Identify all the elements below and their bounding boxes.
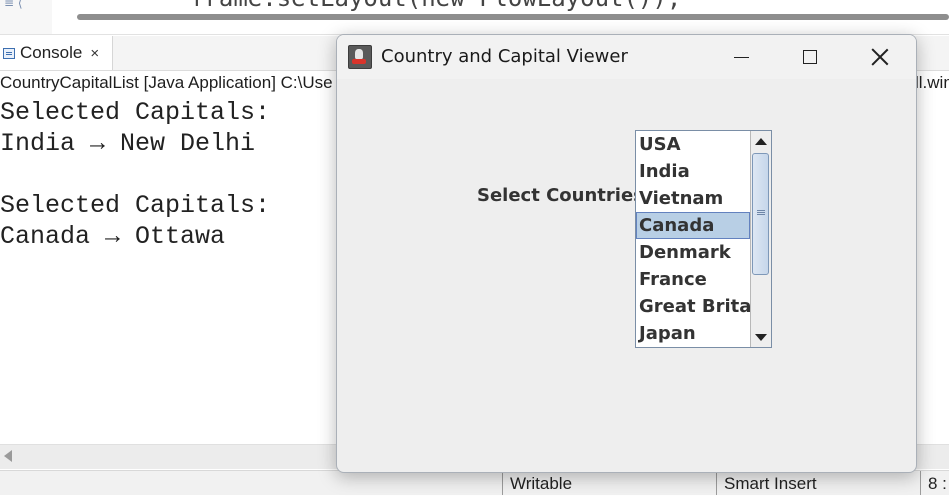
console-line: Selected Capitals: — [0, 98, 271, 127]
close-button[interactable] — [850, 35, 910, 79]
list-item-usa[interactable]: USA — [636, 131, 750, 158]
list-item-denmark[interactable]: Denmark — [636, 239, 750, 266]
window-title: Country and Capital Viewer — [381, 46, 628, 67]
console-icon — [3, 47, 15, 59]
arrow-down-icon — [755, 333, 767, 341]
launch-description-tail: ll.win — [915, 73, 949, 92]
tab-console-label: Console — [20, 43, 83, 62]
console-line: Canada → Ottawa — [0, 222, 226, 251]
scroll-thumb[interactable] — [752, 153, 769, 275]
arrow-up-icon — [755, 137, 767, 145]
list-vertical-scrollbar[interactable] — [750, 131, 771, 347]
status-insert-mode[interactable]: Smart Insert — [716, 471, 817, 495]
list-item-great-britain[interactable]: Great Britain — [636, 293, 750, 320]
code-line[interactable]: frame.setLayout(new FlowLayout()); — [190, 0, 681, 12]
scroll-left-icon[interactable] — [4, 450, 12, 462]
code-editor[interactable]: ≡ ⟨ frame.setLayout(new FlowLayout()); — [0, 0, 949, 35]
scroll-down-button[interactable] — [751, 327, 771, 347]
list-item-india[interactable]: India — [636, 158, 750, 185]
tab-console[interactable]: Console × — [0, 36, 113, 70]
country-capital-window: Country and Capital Viewer Select Countr… — [336, 34, 917, 473]
list-item-japan[interactable]: Japan — [636, 320, 750, 347]
maximize-icon — [803, 50, 817, 64]
console-line: Selected Capitals: — [0, 191, 271, 220]
list-item-france[interactable]: France — [636, 266, 750, 293]
content-pane: Select Countries: USA India Vietnam Canada D… — [337, 79, 916, 472]
close-icon — [871, 48, 889, 66]
country-list-items: USA India Vietnam Canada Denmark France Great … — [636, 131, 750, 347]
close-icon[interactable]: × — [90, 45, 99, 62]
fold-marker-icon[interactable]: ≡ ⟨ — [4, 0, 23, 10]
list-item-vietnam[interactable]: Vietnam — [636, 185, 750, 212]
list-item-canada[interactable]: Canada — [636, 212, 750, 239]
scroll-up-button[interactable] — [751, 131, 771, 151]
console-line: India → New Delhi — [0, 129, 256, 158]
grip-icon — [757, 210, 765, 211]
window-titlebar[interactable]: Country and Capital Viewer — [337, 35, 916, 79]
status-writable: Writable — [502, 471, 572, 495]
editor-horizontal-scrollbar[interactable] — [77, 14, 949, 20]
select-countries-label: Select Countries: — [477, 185, 652, 206]
minimize-button[interactable] — [711, 35, 771, 79]
country-list[interactable]: USA India Vietnam Canada Denmark France Great … — [635, 130, 772, 348]
maximize-button[interactable] — [780, 35, 840, 79]
status-cursor-position: 8 : — [920, 471, 947, 495]
minimize-icon — [733, 56, 749, 58]
editor-gutter: ≡ ⟨ — [0, 0, 52, 34]
java-app-icon — [348, 45, 372, 69]
status-bar: Writable Smart Insert 8 : — [0, 470, 949, 495]
console-output[interactable]: Selected Capitals: India → New Delhi Sele… — [0, 97, 270, 252]
